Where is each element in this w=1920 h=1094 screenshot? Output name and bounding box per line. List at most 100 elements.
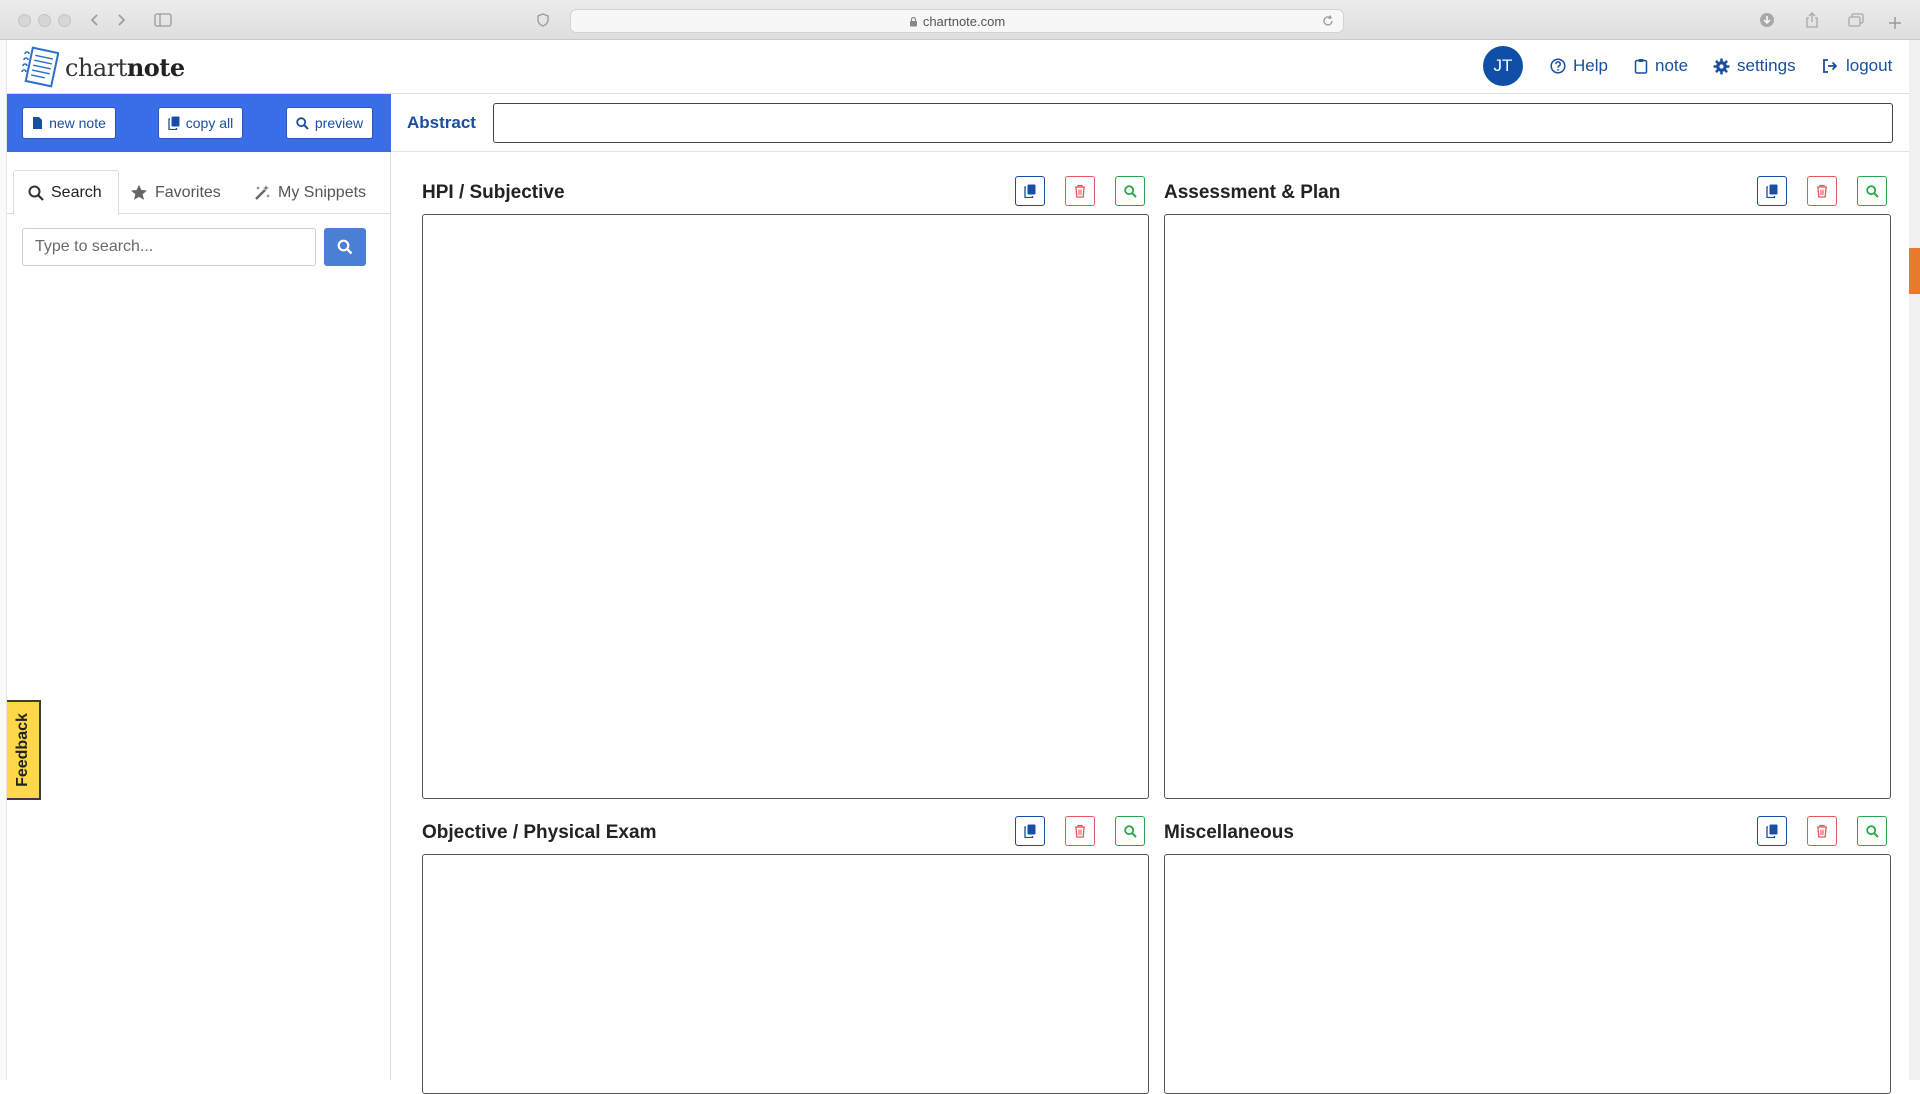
privacy-report-button[interactable] <box>530 9 556 31</box>
settings-label: settings <box>1737 56 1796 75</box>
section-title: HPI / Subjective <box>422 182 565 203</box>
sidebar-toggle-button[interactable] <box>148 9 178 31</box>
section-textarea[interactable] <box>1164 854 1891 1094</box>
logo-text: chartnote <box>65 53 185 82</box>
magic-wand-icon <box>255 185 270 200</box>
copy-section-button[interactable] <box>1757 816 1787 846</box>
help-label: Help <box>1573 56 1608 75</box>
new-tab-button[interactable] <box>1884 12 1906 34</box>
tab-my-snippets-label: My Snippets <box>278 183 367 201</box>
tab-overview-button[interactable] <box>1845 9 1867 31</box>
file-icon <box>33 117 43 129</box>
search-snippets-button[interactable] <box>1115 176 1145 206</box>
tab-search-label: Search <box>51 183 102 201</box>
chevron-left-icon <box>90 14 98 26</box>
trash-icon <box>1817 824 1827 838</box>
tab-favorites[interactable]: Favorites <box>130 170 221 215</box>
tab-favorites-label: Favorites <box>155 183 221 201</box>
copy-section-button[interactable] <box>1015 176 1045 206</box>
tab-my-snippets[interactable]: My Snippets <box>254 170 366 215</box>
avatar-initials: JT <box>1493 56 1513 75</box>
background-window-edge-right <box>1909 40 1920 1080</box>
search-snippets-button[interactable] <box>1857 176 1887 206</box>
chartnote-logo[interactable]: chartnote <box>21 46 185 88</box>
note-label: note <box>1655 56 1689 75</box>
search-icon <box>28 185 44 201</box>
search-button[interactable] <box>324 228 366 266</box>
downloads-button[interactable] <box>1756 9 1778 31</box>
section-textarea[interactable] <box>422 214 1149 799</box>
top-navbar: chartnote JT Help note settings logout <box>7 40 1909 94</box>
plus-icon <box>1889 17 1901 29</box>
window-close-button[interactable] <box>18 14 31 27</box>
user-avatar[interactable]: JT <box>1483 46 1523 86</box>
shield-icon <box>537 13 549 27</box>
reload-icon[interactable] <box>1321 14 1335 28</box>
gear-icon <box>1713 58 1730 74</box>
help-link[interactable]: Help <box>1550 54 1608 78</box>
question-circle-icon <box>1550 58 1566 74</box>
sidebar-icon <box>154 13 172 27</box>
new-note-button[interactable]: new note <box>22 107 116 139</box>
copy-icon <box>1024 184 1036 198</box>
abstract-row: Abstract <box>391 94 1909 152</box>
search-icon <box>1123 824 1137 838</box>
section-textarea[interactable] <box>1164 214 1891 799</box>
forward-button[interactable] <box>110 9 132 31</box>
tab-search[interactable]: Search <box>13 170 119 215</box>
search-snippets-button[interactable] <box>1115 816 1145 846</box>
abstract-label: Abstract <box>407 113 476 132</box>
preview-button[interactable]: preview <box>286 107 373 139</box>
search-icon <box>296 116 309 130</box>
search-icon <box>1123 184 1137 198</box>
copy-icon <box>1766 184 1778 198</box>
url-text: chartnote.com <box>922 13 1006 29</box>
search-snippets-button[interactable] <box>1857 816 1887 846</box>
copy-section-button[interactable] <box>1757 176 1787 206</box>
download-icon <box>1760 13 1774 27</box>
logo-text-light: chart <box>65 53 127 82</box>
address-bar[interactable]: chartnote.com <box>570 9 1344 33</box>
feedback-label: Feedback <box>14 713 31 787</box>
settings-link[interactable]: settings <box>1713 54 1796 78</box>
chevron-right-icon <box>118 14 126 26</box>
logout-link[interactable]: logout <box>1822 54 1892 78</box>
search-icon <box>1865 184 1879 198</box>
copy-all-button[interactable]: copy all <box>158 107 243 139</box>
feedback-button[interactable]: Feedback <box>7 700 41 800</box>
sidebar-tabs: Search Favorites My Snippets <box>7 170 391 215</box>
share-button[interactable] <box>1801 9 1823 31</box>
clear-section-button[interactable] <box>1807 176 1837 206</box>
search-icon <box>1865 824 1879 838</box>
notebook-logo-icon <box>21 46 59 88</box>
clear-section-button[interactable] <box>1065 176 1095 206</box>
sidebar: new note copy all preview Search Favorit… <box>7 94 391 1080</box>
clear-section-button[interactable] <box>1807 816 1837 846</box>
window-minimize-button[interactable] <box>38 14 51 27</box>
back-button[interactable] <box>84 9 106 31</box>
copy-icon <box>168 116 180 130</box>
note-editor: Abstract HPI / Subjective Assessment & P… <box>391 94 1909 1094</box>
search-input[interactable] <box>22 228 316 266</box>
section-title: Miscellaneous <box>1164 822 1294 843</box>
clear-section-button[interactable] <box>1065 816 1095 846</box>
tabs-icon <box>1848 13 1864 27</box>
trash-icon <box>1817 184 1827 198</box>
search-icon <box>337 239 353 255</box>
logout-label: logout <box>1846 56 1893 75</box>
abstract-input[interactable] <box>493 103 1893 143</box>
trash-icon <box>1075 184 1085 198</box>
note-link[interactable]: note <box>1634 54 1688 78</box>
copy-section-button[interactable] <box>1015 816 1045 846</box>
window-zoom-button[interactable] <box>58 14 71 27</box>
share-icon <box>1806 12 1818 28</box>
browser-toolbar: chartnote.com <box>0 0 1920 40</box>
clipboard-icon <box>1634 59 1648 74</box>
note-toolbar: new note copy all preview <box>7 94 391 152</box>
lock-icon <box>909 16 917 26</box>
section-textarea[interactable] <box>422 854 1149 1094</box>
copy-icon <box>1766 824 1778 838</box>
section-title: Objective / Physical Exam <box>422 822 657 843</box>
sign-out-icon <box>1823 59 1838 73</box>
copy-icon <box>1024 824 1036 838</box>
